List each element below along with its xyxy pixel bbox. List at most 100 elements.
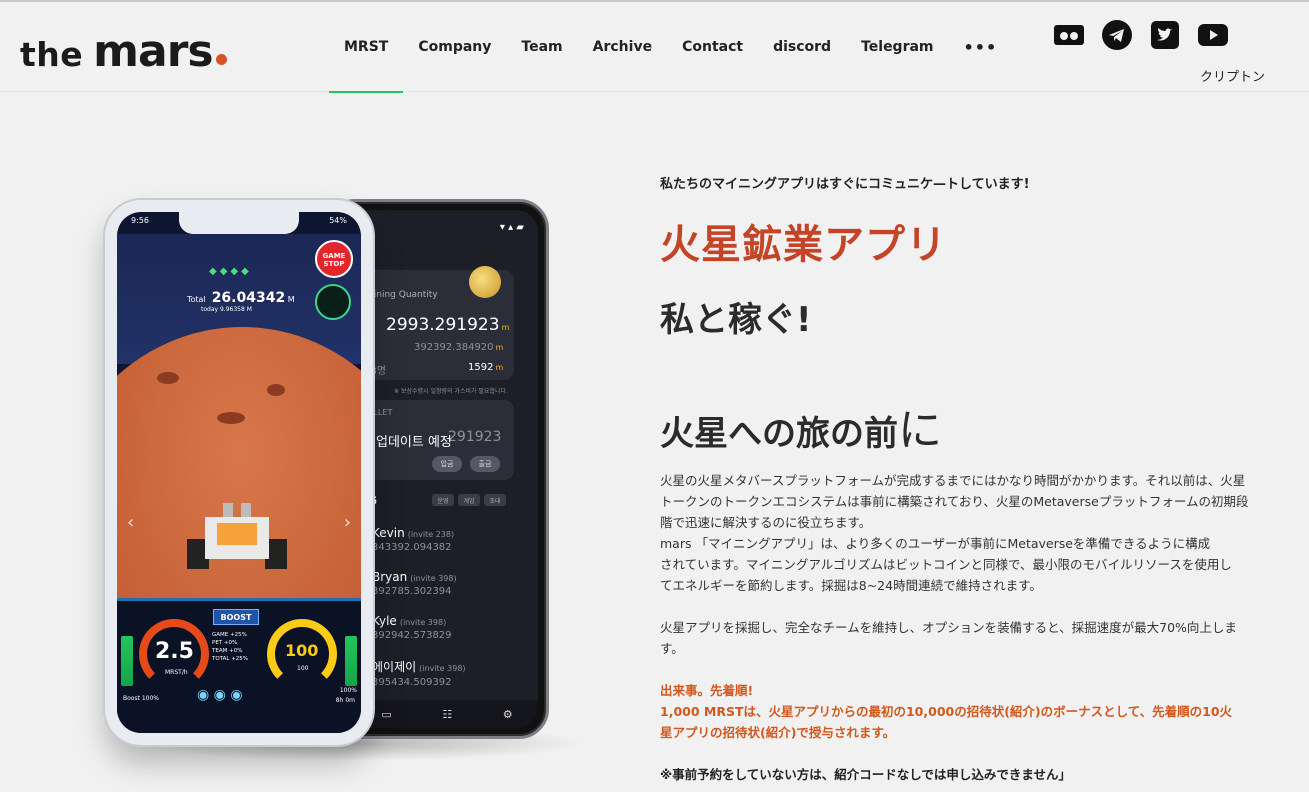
mining-unit: m [501,323,510,332]
list-item: Bryan (invite 398) 392785.302394 [372,570,457,597]
list-item-invite: (invite 398) [410,574,457,583]
mining-sub1-unit: m [495,343,504,352]
boost-label: BOOST [213,609,259,625]
phone-notch [179,212,299,234]
stat-value: +25% [230,632,247,638]
paragraph-line: 火星の火星メタバースプラットフォームが完成するまでにはかなり時間がかかります。そ… [660,473,1246,488]
paragraph-line: 階で迅速に解決するのに役立ちます。 [660,515,872,530]
description: 火星の火星メタバースプラットフォームが完成するまでにはかなり時間がかかります。そ… [660,470,1272,785]
nav-item-company[interactable]: Company [403,2,506,92]
mining-label: Mining Quantity [366,290,438,300]
status-time: 9:56 [131,216,149,225]
event-line: 1,000 MRSTは、火星アプリからの最初の10,000の招待状(紹介)のボー… [660,704,1233,719]
stat-row: PET +0% [212,639,248,647]
list-item: Kevin (invite 238) 343392.094382 [372,526,454,553]
stat-value: +0% [229,648,243,654]
speed-value: 2.5 [155,639,194,664]
total-value: 26.04342 [211,290,286,306]
today-value: 9.96358 [219,306,245,313]
reservation-note: ※事前予約をしていない方は、紹介コードなしでは申し込みできません」 [660,767,1072,782]
tab-invite: 초대 [484,494,506,506]
nav-more-button[interactable]: ••• [949,2,1013,92]
stat-key: TOTAL [212,656,230,662]
rock [217,412,245,424]
site-header: the mars MRST Company Team Archive Conta… [0,2,1309,93]
right-gauge-value: 100 [285,641,319,660]
front-phone-screen: 9:56 54% ◆◆◆◆ Total 26.04342 M today 9.96… [117,212,361,733]
logo-dot [215,54,227,65]
total-mined: Total 26.04342 M [187,290,295,306]
paragraph-line: てエネルギーを節約します。採掘は8~24時間連続で維持されます。 [660,578,1042,593]
page-subtitle: 私と稼ぐ! [660,300,812,340]
section-heading-big: に [898,405,942,456]
section-heading-main: 火星への旅の前 [660,414,898,454]
deposit-button: 입금 [432,456,462,472]
nav-item-archive[interactable]: Archive [578,2,667,92]
list-item-value: 343392.094382 [372,542,452,553]
paragraph-line: トークンのトークンエコシステムは事前に構築されており、火星のMetaverseプ… [660,494,1249,509]
total-label: Total [187,295,206,304]
front-phone: 9:56 54% ◆◆◆◆ Total 26.04342 M today 9.96… [105,200,373,745]
rock [267,384,285,396]
stat-value: +0% [223,640,238,646]
language-selector[interactable]: クリプトン [1200,66,1265,85]
page-title: 火星鉱業アプリ [660,222,947,268]
tab-game: 게임 [458,494,480,506]
nav-item-discord[interactable]: discord [758,2,846,92]
status-battery: 54% [329,216,347,225]
right-percent: 100% [339,687,357,694]
main-nav: MRST Company Team Archive Contact discor… [329,2,1013,93]
mining-total: 2993.291923 m [386,315,509,335]
nav-item-contact[interactable]: Contact [667,2,758,92]
members-value: 1592 m [468,362,503,373]
today-unit: M [246,306,252,313]
radar-icon [315,284,351,320]
card-icon: ▭ [381,707,392,721]
stat-key: PET [212,640,223,646]
status-icons: ▾ ▴ ▰ [499,222,524,233]
paragraph-line: mars 「マイニングアプリ」は、より多くのユーザーが事前にMetaverseを… [660,536,1211,551]
list-item-name: Kyle [372,614,397,628]
list-item-invite: (invite 238) [407,530,455,539]
list-item-value: 395434.509392 [372,677,452,688]
bitcointalk-icon[interactable] [1052,19,1086,51]
paragraph-line: されています。マイニングアルゴリズムはビットコインと同様で、最小限のモバイルリソ… [660,557,1232,572]
energy-bar-left [121,636,133,686]
today-mined: today 9.96358 M [201,306,252,313]
paragraph-line: 火星アプリを採掘し、完全なチームを維持し、オプションを装備すると、採掘速度が最大… [660,620,1237,635]
rock [157,372,179,384]
list-item-name: Kevin [372,526,405,540]
stat-row: TOTAL +25% [212,655,248,663]
mining-sub1-value: 392392.384920 [414,342,494,353]
total-unit: M [287,295,295,304]
members-count: 1592 [468,362,494,373]
chevron-left-icon: ‹ [127,512,135,533]
telegram-icon[interactable] [1100,19,1134,51]
gem-icons: ◆◆◆◆ [209,266,252,277]
event-line: 星アプリの招待状(紹介)で授与されます。 [660,725,896,740]
pet-icons: ◉ ◉ ◉ [197,687,243,703]
withdraw-button: 출금 [470,456,500,472]
twitter-icon[interactable] [1148,19,1182,51]
nav-item-mrst[interactable]: MRST [329,2,404,93]
eyebrow-text: 私たちのマイニングアプリはすぐにコミュニケ—トしています! [660,177,1030,192]
update-planned: 업데이트 예정 [376,435,452,450]
youtube-icon[interactable] [1196,19,1230,51]
stat-value: +25% [231,656,249,662]
stat-key: TEAM [212,648,228,654]
nav-item-telegram[interactable]: Telegram [846,2,948,92]
members-unit: m [495,363,504,372]
wallet-value: 291923 [448,429,502,445]
list-item: Kyle (invite 398) 392942.573829 [372,614,452,641]
logo[interactable]: the mars [20,26,227,77]
event-heading: 出来事。先着順! [660,683,754,698]
today-label: today [201,306,219,313]
list-item-value: 392942.573829 [372,630,452,641]
speed-unit: MRST/h [165,669,188,676]
boost-stats: GAME +25% PET +0% TEAM +0% TOTAL +25% [212,631,248,663]
paragraph-line: す。 [660,641,684,656]
nav-item-team[interactable]: Team [506,2,577,92]
